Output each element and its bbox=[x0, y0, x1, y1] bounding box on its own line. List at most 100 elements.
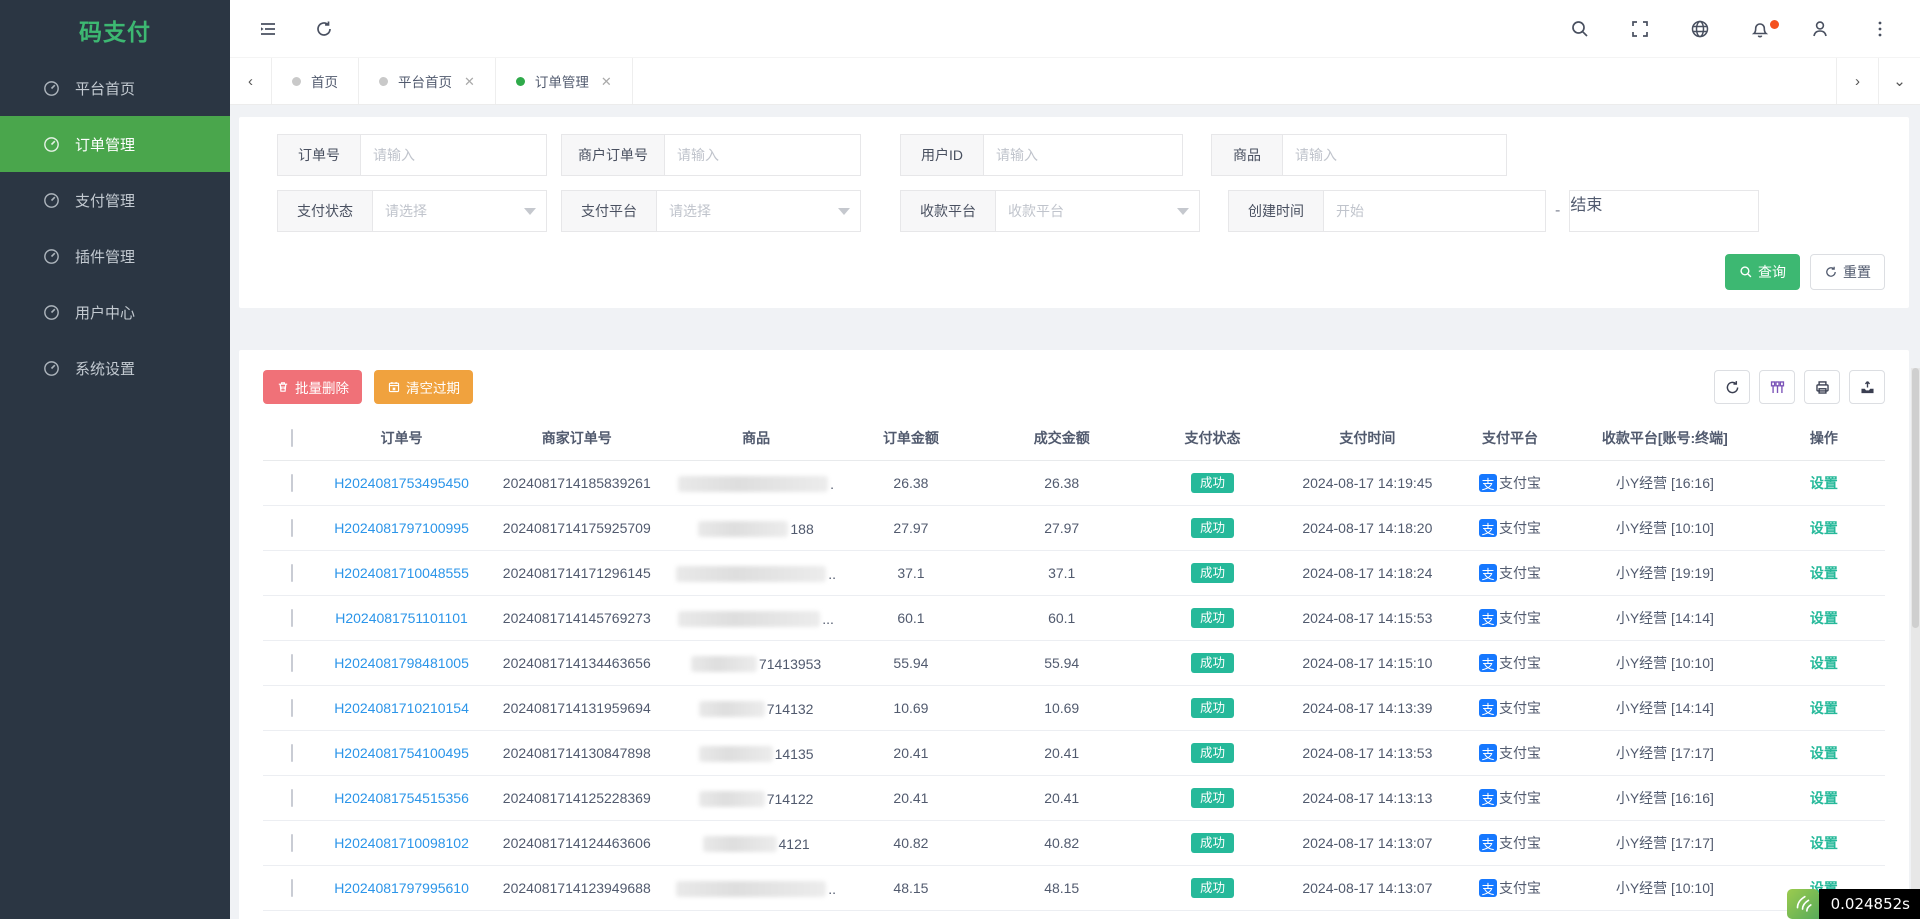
select-all-checkbox[interactable] bbox=[291, 429, 293, 447]
filter-select[interactable]: 请选择 bbox=[373, 190, 547, 232]
cell-payee: 小Y经营 [17:17] bbox=[1567, 731, 1763, 776]
user-icon[interactable] bbox=[1810, 19, 1830, 39]
export-icon[interactable] bbox=[1849, 370, 1885, 404]
search-icon[interactable] bbox=[1570, 19, 1590, 39]
tab-平台首页[interactable]: 平台首页✕ bbox=[359, 58, 496, 104]
settings-link[interactable]: 设置 bbox=[1810, 520, 1838, 536]
row-checkbox[interactable] bbox=[291, 789, 293, 807]
cell-platform: 支支付宝 bbox=[1453, 461, 1567, 506]
tab-订单管理[interactable]: 订单管理 ✕ bbox=[496, 58, 633, 104]
row-checkbox[interactable] bbox=[291, 879, 293, 897]
table-row: H20240817511011012024081714145769273...6… bbox=[263, 596, 1885, 641]
settings-link[interactable]: 设置 bbox=[1810, 655, 1838, 671]
tabs-collapse-icon[interactable]: ⌄ bbox=[1878, 58, 1920, 104]
refresh-icon[interactable] bbox=[314, 19, 334, 39]
order-no-link[interactable]: H2024081710098102 bbox=[334, 835, 469, 851]
tab-close-icon[interactable]: ✕ bbox=[601, 75, 612, 88]
order-no-link[interactable]: H2024081710048555 bbox=[334, 565, 469, 581]
filter-field-商品: 商品请输入 bbox=[1211, 134, 1507, 176]
order-no-link[interactable]: H2024081797995610 bbox=[334, 880, 469, 896]
row-checkbox[interactable] bbox=[291, 699, 293, 717]
sidebar-item-4[interactable]: 插件管理 bbox=[0, 228, 230, 284]
cell-order-amount: 26.38 bbox=[842, 461, 981, 506]
row-checkbox[interactable] bbox=[291, 564, 293, 582]
clear-expired-button[interactable]: 清空过期 bbox=[374, 370, 473, 404]
row-checkbox[interactable] bbox=[291, 834, 293, 852]
filter-select[interactable]: 收款平台 bbox=[996, 190, 1200, 232]
censored-product-image bbox=[699, 791, 765, 807]
tabs-scroll-left-icon[interactable]: ‹ bbox=[230, 58, 272, 104]
column-header: 支付状态 bbox=[1143, 428, 1282, 461]
filter-card: 订单号请输入商户订单号请输入用户ID请输入商品请输入 支付状态请选择支付平台请选… bbox=[239, 117, 1909, 308]
settings-link[interactable]: 设置 bbox=[1810, 610, 1838, 626]
cell-merchant-no: 2024081714171296145 bbox=[483, 551, 670, 596]
cell-action: 设置 bbox=[1763, 551, 1885, 596]
cell-select bbox=[263, 596, 320, 641]
platform-wrap: 支支付宝 bbox=[1457, 698, 1563, 718]
cell-platform: 支支付宝 bbox=[1453, 506, 1567, 551]
alipay-icon: 支 bbox=[1479, 834, 1497, 852]
censored-product-image bbox=[676, 881, 826, 897]
placeholder-text: 请输入 bbox=[677, 145, 719, 165]
settings-link[interactable]: 设置 bbox=[1810, 835, 1838, 851]
order-no-link[interactable]: H2024081710210154 bbox=[334, 700, 469, 716]
table-toolbar bbox=[1705, 370, 1885, 404]
query-button[interactable]: 查询 bbox=[1725, 254, 1800, 290]
date-start-input[interactable]: 开始 bbox=[1324, 190, 1546, 232]
collapse-menu-icon[interactable] bbox=[258, 19, 278, 39]
cell-merchant-no: 2024081714123949688 bbox=[483, 866, 670, 911]
tab-close-icon[interactable]: ✕ bbox=[464, 75, 475, 88]
filter-input[interactable]: 请输入 bbox=[1283, 134, 1507, 176]
column-header: 操作 bbox=[1763, 428, 1885, 461]
settings-link[interactable]: 设置 bbox=[1810, 700, 1838, 716]
column-header: 成交金额 bbox=[980, 428, 1143, 461]
filter-select[interactable]: 请选择 bbox=[657, 190, 861, 232]
gauge-icon bbox=[42, 303, 61, 322]
filter-input[interactable]: 请输入 bbox=[984, 134, 1183, 176]
settings-link[interactable]: 设置 bbox=[1810, 745, 1838, 761]
order-no-link[interactable]: H2024081753495450 bbox=[334, 475, 469, 491]
platform-label: 支付宝 bbox=[1499, 788, 1541, 808]
filter-input[interactable]: 请输入 bbox=[361, 134, 547, 176]
scrollbar-thumb[interactable] bbox=[1912, 368, 1919, 628]
order-no-link[interactable]: H2024081797100995 bbox=[334, 520, 469, 536]
print-icon[interactable] bbox=[1804, 370, 1840, 404]
order-no-link[interactable]: H2024081754515356 bbox=[334, 790, 469, 806]
kebab-menu-icon[interactable] bbox=[1870, 19, 1890, 39]
sidebar-item-label: 订单管理 bbox=[75, 134, 135, 155]
row-checkbox[interactable] bbox=[291, 744, 293, 762]
filter-field-商户订单号: 商户订单号请输入 bbox=[561, 134, 861, 176]
order-no-link[interactable]: H2024081751101101 bbox=[335, 610, 468, 626]
tab-首页[interactable]: 首页 bbox=[272, 58, 359, 104]
column-header: 订单号 bbox=[320, 428, 483, 461]
bell-icon[interactable] bbox=[1750, 19, 1770, 39]
tab-label: 订单管理 bbox=[535, 71, 589, 91]
row-checkbox[interactable] bbox=[291, 474, 293, 492]
sidebar-item-2[interactable]: 订单管理 bbox=[0, 116, 230, 172]
sidebar-item-1[interactable]: 平台首页 bbox=[0, 60, 230, 116]
order-no-link[interactable]: H2024081754100495 bbox=[334, 745, 469, 761]
globe-icon[interactable] bbox=[1690, 19, 1710, 39]
settings-link[interactable]: 设置 bbox=[1810, 475, 1838, 491]
reset-button[interactable]: 重置 bbox=[1810, 254, 1885, 290]
settings-link[interactable]: 设置 bbox=[1810, 790, 1838, 806]
row-checkbox[interactable] bbox=[291, 519, 293, 537]
filter-input[interactable]: 请输入 bbox=[665, 134, 861, 176]
order-no-link[interactable]: H2024081798481005 bbox=[334, 655, 469, 671]
page-scrollbar[interactable] bbox=[1911, 368, 1920, 919]
fullscreen-icon[interactable] bbox=[1630, 19, 1650, 39]
page-content: 订单号请输入商户订单号请输入用户ID请输入商品请输入 支付状态请选择支付平台请选… bbox=[230, 105, 1920, 919]
sidebar-item-5[interactable]: 用户中心 bbox=[0, 284, 230, 340]
settings-link[interactable]: 设置 bbox=[1810, 565, 1838, 581]
sidebar-item-3[interactable]: 支付管理 bbox=[0, 172, 230, 228]
batch-delete-button[interactable]: 批量删除 bbox=[263, 370, 362, 404]
table-refresh-icon[interactable] bbox=[1714, 370, 1750, 404]
thinkphp-logo-icon[interactable] bbox=[1787, 889, 1819, 919]
filter-field-创建时间: 创建时间开始 bbox=[1228, 190, 1546, 232]
sidebar-item-6[interactable]: 系统设置 bbox=[0, 340, 230, 396]
row-checkbox[interactable] bbox=[291, 609, 293, 627]
date-end-input[interactable]: 结束 bbox=[1569, 190, 1759, 232]
tabs-scroll-right-icon[interactable]: › bbox=[1836, 58, 1878, 104]
columns-filter-icon[interactable] bbox=[1759, 370, 1795, 404]
row-checkbox[interactable] bbox=[291, 654, 293, 672]
